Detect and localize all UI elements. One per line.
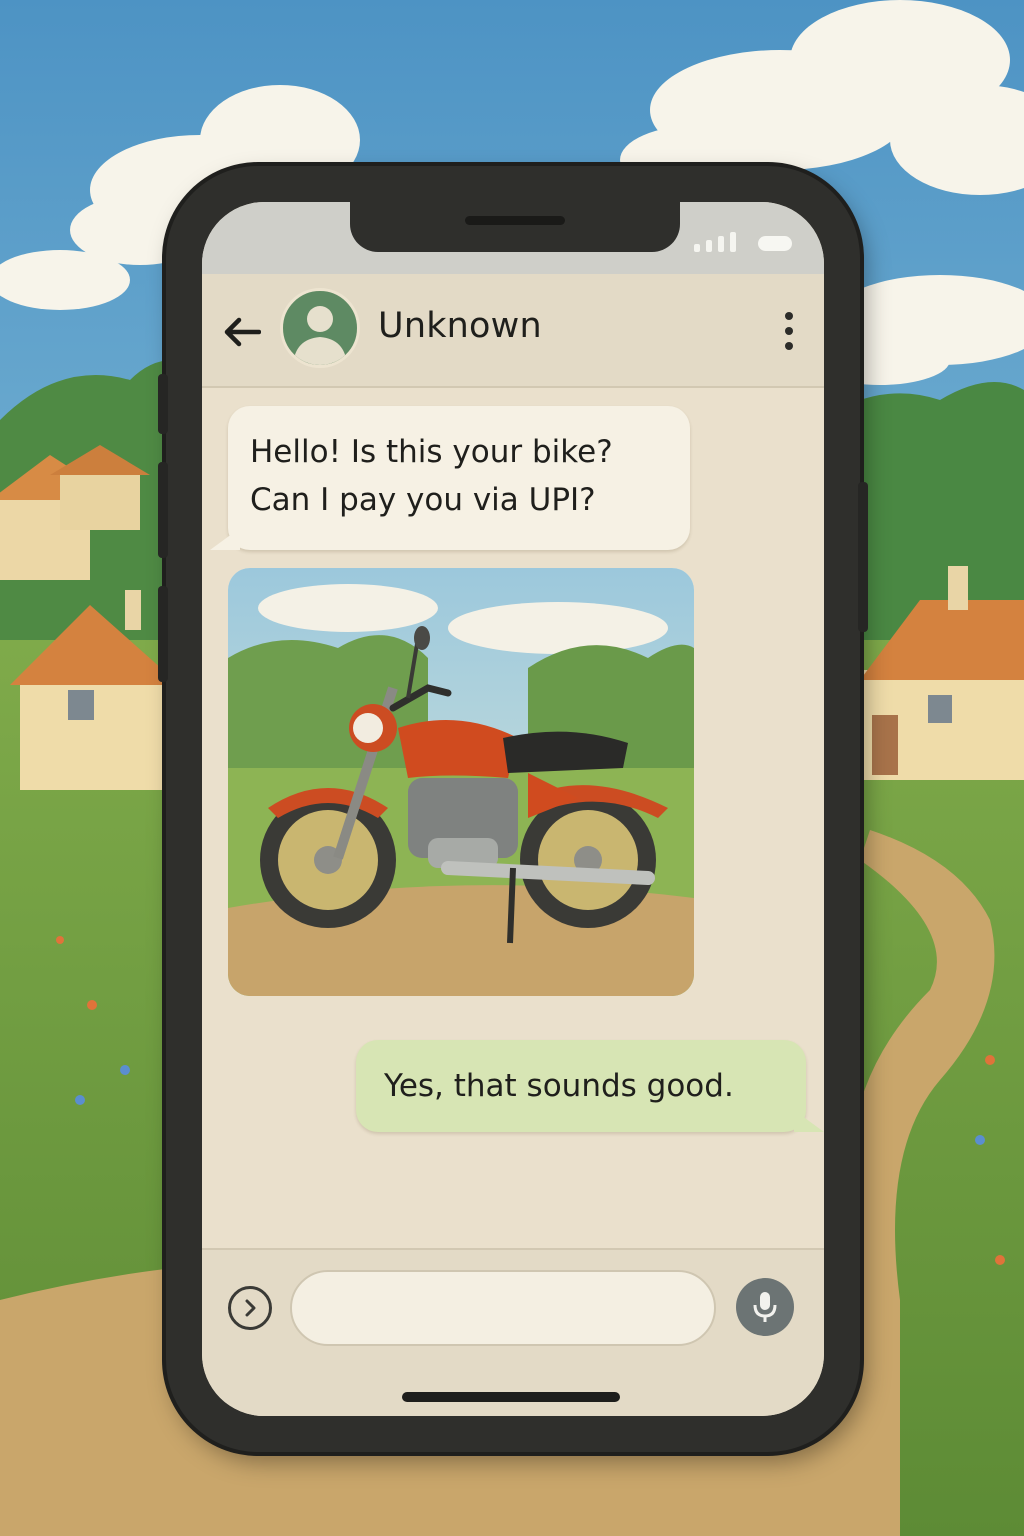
more-vertical-icon — [785, 312, 793, 320]
message-text: Yes, that sounds good. — [384, 1068, 734, 1104]
notch — [350, 202, 680, 252]
message-list[interactable]: Hello! Is this your bike? Can I pay you … — [202, 388, 824, 1248]
phone-volume-up-button — [158, 462, 168, 558]
chevron-right-circle-icon — [245, 1299, 256, 1317]
motorcycle-photo — [228, 568, 694, 996]
incoming-message-bubble[interactable]: Hello! Is this your bike? Can I pay you … — [228, 406, 690, 550]
message-text-line: Can I pay you via UPI? — [250, 482, 596, 518]
phone-power-button — [858, 482, 868, 632]
message-input[interactable] — [290, 1270, 716, 1346]
phone-screen: Unknown Hello! Is this your bike? Can I … — [202, 202, 824, 1416]
contact-avatar[interactable] — [280, 288, 360, 368]
status-bar — [202, 202, 824, 274]
microphone-button[interactable] — [736, 1278, 794, 1336]
default-user-avatar-icon — [293, 306, 347, 365]
more-options-button[interactable] — [774, 306, 804, 356]
phone-volume-down-button — [158, 586, 168, 682]
message-composer — [202, 1248, 824, 1416]
smartphone: Unknown Hello! Is this your bike? Can I … — [158, 166, 868, 1452]
contact-name[interactable]: Unknown — [378, 306, 542, 346]
message-text-line: Hello! Is this your bike? — [250, 434, 613, 470]
signal-bars-icon — [694, 232, 736, 252]
home-indicator[interactable] — [402, 1392, 620, 1402]
expand-button[interactable] — [228, 1286, 272, 1330]
outgoing-message-bubble[interactable]: Yes, that sounds good. — [356, 1040, 806, 1132]
microphone-icon — [753, 1292, 777, 1322]
arrow-left-icon — [224, 317, 261, 347]
incoming-image-message[interactable] — [228, 568, 694, 996]
speaker-grille — [465, 216, 565, 225]
chat-header: Unknown — [202, 274, 824, 388]
back-button[interactable] — [220, 310, 264, 354]
phone-side-button — [158, 374, 168, 434]
battery-icon — [758, 236, 792, 251]
